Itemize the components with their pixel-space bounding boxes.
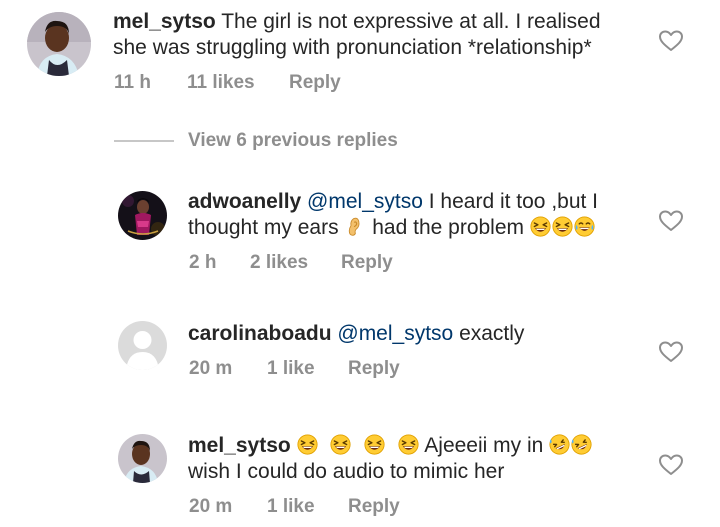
comment-username[interactable]: carolinaboadu (188, 322, 332, 345)
comment-time: 20 m (189, 496, 233, 517)
laugh-emoji-icon (364, 434, 385, 455)
comment-text-line1: exactly (453, 322, 525, 345)
rofl-emoji-icon (549, 434, 570, 455)
tears-of-joy-emoji-icon (574, 216, 595, 237)
comment-username[interactable]: adwoanelly (188, 190, 301, 213)
comment-username[interactable]: mel_sytso (188, 434, 291, 457)
avatar[interactable] (118, 434, 167, 483)
comment-text: mel_sytso Ajeeeii my in wish I could do … (188, 433, 668, 485)
reply-button[interactable]: Reply (341, 252, 393, 274)
comment-text-line1: Ajeeeii my in (419, 434, 550, 457)
laugh-emoji-icon (330, 434, 351, 455)
comment-likes[interactable]: 11 likes (187, 72, 255, 94)
comment-text-line2a: thought my ears (188, 216, 345, 239)
laugh-emoji-icon (552, 216, 573, 237)
comment: carolinaboadu @mel_sytso exactly 20 m 1 … (0, 310, 720, 400)
comment-text-line1: I heard it too ,but I (422, 190, 599, 213)
comment-text-line2: she was struggling with pronunciation *r… (113, 36, 592, 59)
comment-text-line2: wish I could do audio to mimic her (188, 460, 505, 483)
comment-text: adwoanelly @mel_sytso I heard it too ,bu… (188, 189, 668, 241)
comment-likes[interactable]: 2 likes (250, 252, 308, 274)
laugh-emoji-icon (398, 434, 419, 455)
laugh-emoji-icon (297, 434, 318, 455)
avatar[interactable] (27, 12, 91, 76)
mention-link[interactable]: @mel_sytso (337, 322, 453, 345)
comment-likes[interactable]: 1 like (267, 358, 315, 380)
comment: mel_sytso Ajeeeii my in wish I could do … (0, 423, 720, 527)
laugh-emoji-icon (530, 216, 551, 237)
comment-meta: 11 h 11 likes Reply (0, 72, 720, 94)
heart-icon[interactable] (658, 209, 684, 233)
heart-icon[interactable] (658, 340, 684, 364)
comment-likes[interactable]: 1 like (267, 496, 315, 518)
comment-text-line1: The girl is not expressive at all. I rea… (215, 10, 601, 33)
comment-meta: 20 m 1 like Reply (0, 358, 720, 380)
comment-meta: 20 m 1 like Reply (0, 496, 720, 518)
comment-meta: 2 h 2 likes Reply (0, 252, 720, 274)
view-replies-label[interactable]: View 6 previous replies (188, 130, 398, 152)
comment-text: carolinaboadu @mel_sytso exactly (188, 321, 668, 347)
comment-text-line2b: had the problem (366, 216, 530, 239)
comment-username[interactable]: mel_sytso (113, 10, 216, 33)
comment: adwoanelly @mel_sytso I heard it too ,bu… (0, 180, 720, 280)
reply-button[interactable]: Reply (289, 72, 341, 94)
heart-icon[interactable] (658, 453, 684, 477)
reply-button[interactable]: Reply (348, 358, 400, 380)
comment-text: mel_sytso The girl is not expressive at … (113, 9, 673, 61)
avatar[interactable] (118, 191, 167, 240)
reply-button[interactable]: Reply (348, 496, 400, 518)
divider (114, 140, 174, 142)
comment-time: 20 m (189, 358, 233, 379)
comment-time: 2 h (189, 252, 217, 273)
ear-emoji-icon (344, 216, 365, 237)
rofl-emoji-icon (571, 434, 592, 455)
comment: mel_sytso The girl is not expressive at … (0, 0, 720, 100)
mention-link[interactable]: @mel_sytso (307, 190, 423, 213)
comment-time: 11 h (114, 72, 151, 93)
heart-icon[interactable] (658, 29, 684, 53)
